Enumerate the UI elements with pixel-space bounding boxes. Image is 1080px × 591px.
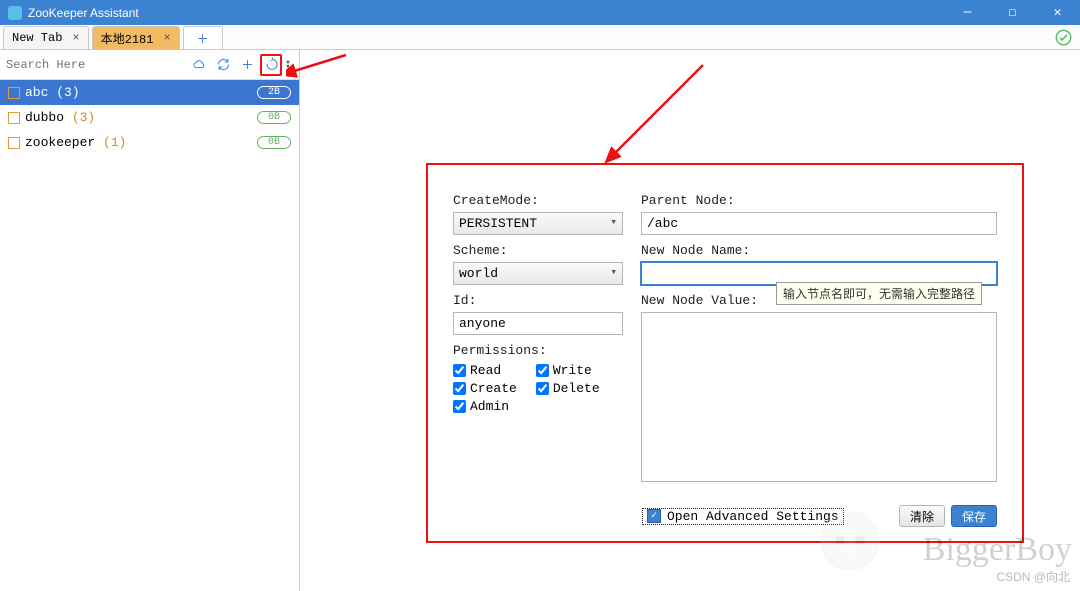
tree-node-dubbo[interactable]: dubbo (3) 0B (0, 105, 299, 130)
new-node-name-label: New Node Name: (641, 243, 997, 258)
node-size-badge: 0B (257, 111, 291, 124)
node-name: zookeeper (25, 135, 95, 150)
toolbar-more-dropdown[interactable]: ▾▪ (283, 61, 293, 69)
open-advanced-settings-toggle[interactable]: ✓ Open Advanced Settings (642, 508, 844, 525)
minimize-button[interactable]: ─ (945, 0, 990, 25)
sidebar: ▾▪ abc (3) 2B dubbo (3) 0B zookeeper (1)… (0, 50, 300, 591)
tab-bar: New Tab × 本地2181 × ＋ (0, 25, 1080, 50)
scheme-select[interactable]: world (453, 262, 623, 285)
parent-node-label: Parent Node: (641, 193, 997, 208)
create-mode-select[interactable]: PERSISTENT (453, 212, 623, 235)
node-count: (3) (72, 110, 95, 125)
folder-icon (8, 112, 20, 124)
id-label: Id: (453, 293, 623, 308)
node-name: abc (25, 85, 48, 100)
node-size-badge: 0B (257, 136, 291, 149)
permissions-group: Read Write Create Delete Admin (453, 363, 623, 417)
new-node-value-textarea[interactable] (641, 312, 997, 482)
clear-button[interactable]: 清除 (899, 505, 945, 527)
cloud-icon[interactable] (188, 54, 210, 76)
parent-node-input[interactable] (641, 212, 997, 235)
csdn-credit: CSDN @向北 (996, 568, 1070, 585)
permissions-label: Permissions: (453, 343, 623, 358)
title-bar: ZooKeeper Assistant ─ ☐ ✕ (0, 0, 1080, 25)
app-logo-icon (8, 6, 22, 20)
perm-read[interactable]: Read (453, 363, 528, 378)
node-count: (1) (103, 135, 126, 150)
sidebar-toolbar: ▾▪ (0, 50, 299, 80)
create-child-node-icon[interactable] (260, 54, 282, 76)
folder-icon (8, 87, 20, 99)
close-icon[interactable]: × (163, 31, 170, 45)
app-title: ZooKeeper Assistant (28, 6, 945, 20)
tab-new[interactable]: New Tab × (3, 26, 89, 49)
tree-node-zookeeper[interactable]: zookeeper (1) 0B (0, 130, 299, 155)
add-tab-button[interactable]: ＋ (183, 26, 223, 49)
perm-delete[interactable]: Delete (536, 381, 611, 396)
close-icon[interactable]: × (72, 31, 79, 45)
node-name: dubbo (25, 110, 64, 125)
node-tree: abc (3) 2B dubbo (3) 0B zookeeper (1) 0B (0, 80, 299, 155)
create-node-panel: CreateMode: PERSISTENT Scheme: world Id:… (426, 163, 1024, 543)
advanced-settings-label: Open Advanced Settings (667, 509, 839, 524)
scheme-label: Scheme: (453, 243, 623, 258)
search-input[interactable] (6, 58, 186, 72)
tab-label: New Tab (12, 31, 62, 45)
add-node-icon[interactable] (236, 54, 258, 76)
tab-label: 本地2181 (101, 30, 154, 47)
close-button[interactable]: ✕ (1035, 0, 1080, 25)
refresh-icon[interactable] (212, 54, 234, 76)
node-size-badge: 2B (257, 86, 291, 99)
perm-create[interactable]: Create (453, 381, 528, 396)
create-mode-label: CreateMode: (453, 193, 623, 208)
checkbox-checked-icon: ✓ (647, 509, 661, 523)
folder-icon (8, 137, 20, 149)
tab-connection[interactable]: 本地2181 × (92, 26, 180, 49)
save-button[interactable]: 保存 (951, 505, 997, 527)
maximize-button[interactable]: ☐ (990, 0, 1035, 25)
node-count: (3) (56, 85, 79, 100)
plus-icon: ＋ (192, 30, 214, 47)
tree-node-abc[interactable]: abc (3) 2B (0, 80, 299, 105)
perm-write[interactable]: Write (536, 363, 611, 378)
id-input[interactable] (453, 312, 623, 335)
new-node-name-tooltip: 输入节点名即可，无需输入完整路径 (776, 282, 982, 305)
perm-admin[interactable]: Admin (453, 399, 528, 414)
connection-status-icon (1055, 29, 1072, 50)
